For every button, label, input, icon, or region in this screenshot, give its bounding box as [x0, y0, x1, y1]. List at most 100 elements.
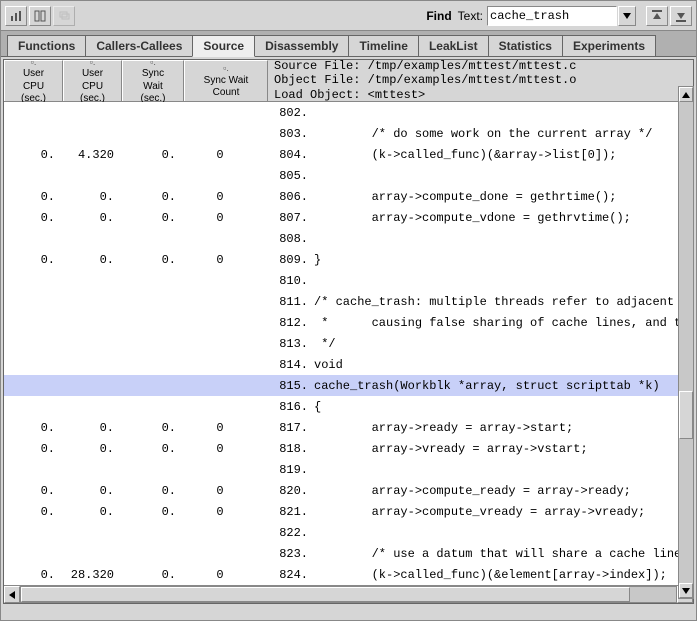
source-line[interactable]: 811./* cache_trash: multiple threads ref… — [4, 291, 693, 312]
line-number: 815. — [264, 379, 310, 393]
source-code: void — [310, 358, 693, 372]
source-line[interactable]: 805. — [4, 165, 693, 186]
hscroll-thumb[interactable] — [21, 587, 630, 602]
source-line[interactable]: 0.0.0.0820. array->compute_ready = array… — [4, 480, 693, 501]
col-header-sync-wait-count[interactable]: ▫. Sync Wait Count — [184, 60, 268, 101]
line-number: 808. — [264, 232, 310, 246]
metric-cell: 0. — [63, 484, 122, 498]
source-code: array->compute_vdone = gethrvtime(); — [310, 211, 693, 225]
metric-icon: ▫. — [31, 57, 37, 67]
source-line[interactable]: 0.0.0.0821. array->compute_vready = arra… — [4, 501, 693, 522]
metric-cell: 0. — [122, 505, 184, 519]
metric-cell: 0 — [184, 568, 264, 582]
column-headers: ▫. User CPU (sec.) ▫. User CPU (sec.) ▫.… — [4, 60, 693, 102]
source-line[interactable]: 815.cache_trash(Workblk *array, struct s… — [4, 375, 693, 396]
source-line[interactable]: 814.void — [4, 354, 693, 375]
tab-disassembly[interactable]: Disassembly — [254, 35, 349, 56]
source-line[interactable]: 0.28.3200.0824. (k->called_func)(&elemen… — [4, 564, 693, 585]
line-number: 819. — [264, 463, 310, 477]
source-line[interactable]: 0.0.0.0807. array->compute_vdone = gethr… — [4, 207, 693, 228]
metric-cell: 0 — [184, 505, 264, 519]
source-line[interactable]: 803. /* do some work on the current arra… — [4, 123, 693, 144]
line-number: 804. — [264, 148, 310, 162]
metric-cell: 0. — [4, 148, 63, 162]
metric-cell: 0. — [122, 190, 184, 204]
line-number: 818. — [264, 442, 310, 456]
stack-icon — [58, 10, 70, 22]
vscroll-track[interactable] — [679, 102, 693, 583]
source-line[interactable]: 808. — [4, 228, 693, 249]
chart-icon — [10, 10, 22, 22]
line-number: 814. — [264, 358, 310, 372]
line-number: 805. — [264, 169, 310, 183]
source-line[interactable]: 802. — [4, 102, 693, 123]
metric-cell: 0. — [63, 442, 122, 456]
line-number: 813. — [264, 337, 310, 351]
source-code: { — [310, 400, 693, 414]
source-line[interactable]: 819. — [4, 459, 693, 480]
find-input[interactable] — [487, 6, 617, 26]
metric-cell: 0. — [122, 442, 184, 456]
scroll-up-button[interactable] — [679, 87, 693, 102]
tab-experiments[interactable]: Experiments — [562, 35, 656, 56]
source-line[interactable]: 822. — [4, 522, 693, 543]
metric-cell: 0 — [184, 253, 264, 267]
line-number: 820. — [264, 484, 310, 498]
source-line[interactable]: 0.0.0.0817. array->ready = array->start; — [4, 417, 693, 438]
source-line[interactable]: 813. */ — [4, 333, 693, 354]
find-prev-button[interactable] — [646, 6, 668, 26]
source-code: (k->called_func)(&element[array->index])… — [310, 568, 693, 582]
find-dropdown-button[interactable] — [618, 6, 636, 26]
source-code: */ — [310, 337, 693, 351]
chevron-down-icon — [623, 12, 631, 20]
source-line[interactable]: 0.0.0.0806. array->compute_done = gethrt… — [4, 186, 693, 207]
col-header-sync-wait[interactable]: ▫. Sync Wait (sec.) — [122, 60, 184, 101]
col-header-user-cpu-incl[interactable]: ▫. User CPU (sec.) — [63, 60, 122, 101]
list-icon — [34, 10, 46, 22]
tab-callerscallees[interactable]: Callers-Callees — [85, 35, 193, 56]
vertical-scrollbar[interactable] — [678, 86, 694, 599]
metric-cell: 0. — [122, 253, 184, 267]
line-number: 822. — [264, 526, 310, 540]
metric-cell: 0. — [4, 505, 63, 519]
metric-cell: 0. — [4, 421, 63, 435]
tab-statistics[interactable]: Statistics — [488, 35, 563, 56]
source-line[interactable]: 816.{ — [4, 396, 693, 417]
scroll-down-button[interactable] — [679, 583, 693, 598]
source-body[interactable]: 802. 803. /* do some work on the current … — [4, 102, 693, 585]
source-code: /* do some work on the current array */ — [310, 127, 693, 141]
hscroll-track[interactable] — [20, 586, 677, 603]
source-line[interactable]: 0.4.3200.0804. (k->called_func)(&array->… — [4, 144, 693, 165]
source-info-header: Source File: /tmp/examples/mttest/mttest… — [268, 60, 693, 101]
arrow-down-bar-icon — [676, 10, 686, 22]
find-next-button[interactable] — [670, 6, 692, 26]
tab-timeline[interactable]: Timeline — [348, 35, 418, 56]
toolbar-btn-2[interactable] — [29, 6, 51, 26]
vscroll-thumb[interactable] — [679, 391, 693, 439]
line-number: 802. — [264, 106, 310, 120]
source-line[interactable]: 0.0.0.0809.} — [4, 249, 693, 270]
metric-cell: 0. — [122, 484, 184, 498]
source-line[interactable]: 823. /* use a datum that will share a ca… — [4, 543, 693, 564]
source-code: array->vready = array->vstart; — [310, 442, 693, 456]
source-line[interactable]: 812. * causing false sharing of cache li… — [4, 312, 693, 333]
tab-source[interactable]: Source — [192, 35, 255, 57]
toolbar-btn-1[interactable] — [5, 6, 27, 26]
line-number: 812. — [264, 316, 310, 330]
source-line[interactable]: 0.0.0.0818. array->vready = array->vstar… — [4, 438, 693, 459]
line-number: 803. — [264, 127, 310, 141]
horizontal-scrollbar[interactable] — [4, 585, 693, 603]
scroll-left-button[interactable] — [4, 586, 20, 603]
source-line[interactable]: 810. — [4, 270, 693, 291]
metric-cell: 0 — [184, 211, 264, 225]
metric-cell: 0 — [184, 484, 264, 498]
source-code: * causing false sharing of cache lines, … — [310, 316, 693, 330]
tab-functions[interactable]: Functions — [7, 35, 86, 56]
source-code: /* use a datum that will share a cache l… — [310, 547, 693, 561]
source-code: (k->called_func)(&array->list[0]); — [310, 148, 693, 162]
tab-leaklist[interactable]: LeakList — [418, 35, 489, 56]
line-number: 821. — [264, 505, 310, 519]
col-header-user-cpu-excl[interactable]: ▫. User CPU (sec.) — [4, 60, 63, 101]
metric-cell: 4.320 — [63, 148, 122, 162]
metric-cell: 28.320 — [63, 568, 122, 582]
